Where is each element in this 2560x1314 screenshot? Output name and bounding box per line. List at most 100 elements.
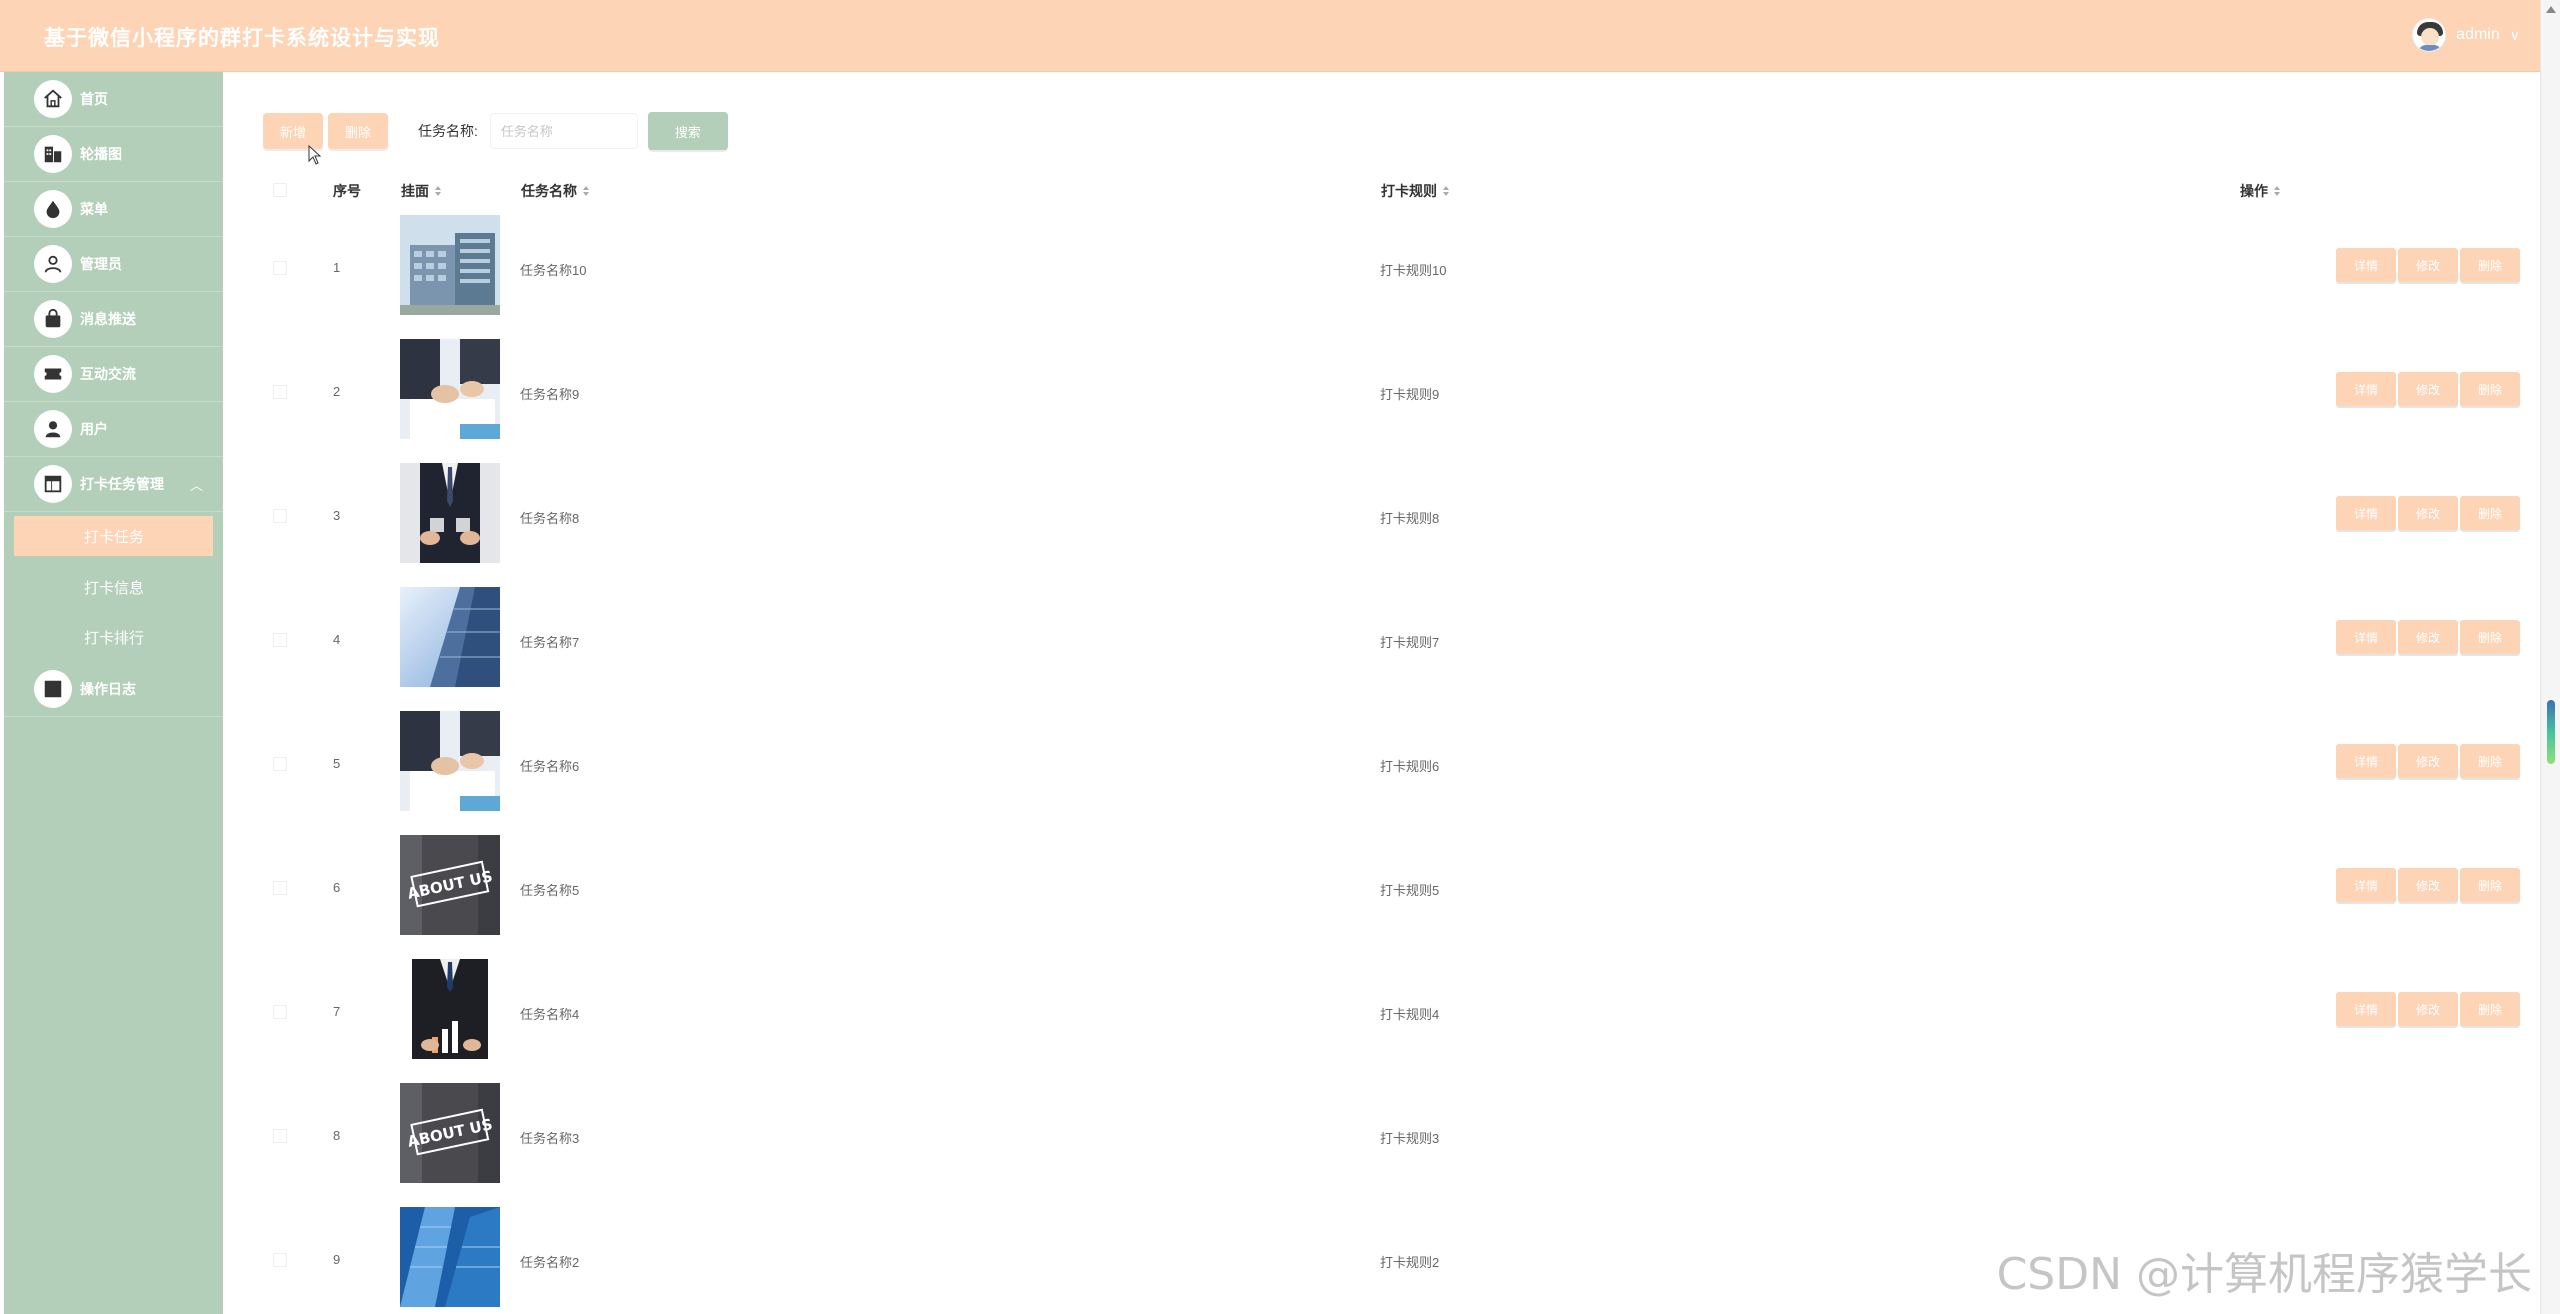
sidebar-item-label: 首页 <box>80 91 108 107</box>
delete-button[interactable]: 删除 <box>2460 248 2520 282</box>
edit-button[interactable]: 修改 <box>2398 620 2458 654</box>
col-ops[interactable]: 操作 <box>2240 181 2280 201</box>
sidebar-item-home[interactable]: 首页 <box>4 72 223 127</box>
row-actions: 详情 修改 删除 <box>2336 868 2520 902</box>
sidebar-subitem-checkin-info[interactable]: 打卡信息 <box>4 562 223 612</box>
sidebar-item-label: 互动交流 <box>80 366 136 382</box>
sidebar-subitem-checkin-task[interactable]: 打卡任务 <box>14 516 213 556</box>
row-checkbox[interactable] <box>273 509 287 523</box>
chevron-down-icon[interactable]: ∨ <box>2510 27 2520 44</box>
sidebar-item-push[interactable]: 消息推送 <box>4 292 223 347</box>
task-name: 任务名称7 <box>520 635 580 650</box>
edit-button[interactable]: 修改 <box>2398 248 2458 282</box>
checkin-rule: 打卡规则6 <box>1380 759 1440 774</box>
sidebar-item-operation-log[interactable]: 操作日志 <box>4 662 223 717</box>
user-avatar[interactable] <box>2412 18 2447 52</box>
add-button[interactable]: 新增 <box>263 113 323 149</box>
delete-button[interactable]: 删除 <box>2460 744 2520 778</box>
bag-icon <box>34 300 72 338</box>
row-checkbox[interactable] <box>273 261 287 275</box>
task-cover-image <box>400 215 500 315</box>
sidebar-item-carousel[interactable]: 轮播图 <box>4 127 223 182</box>
detail-button[interactable]: 详情 <box>2336 744 2396 778</box>
detail-button[interactable]: 详情 <box>2336 372 2396 406</box>
delete-button[interactable]: 删除 <box>2460 868 2520 902</box>
row-index: 9 <box>333 1252 341 1267</box>
sidebar-item-menu[interactable]: 菜单 <box>4 182 223 237</box>
checkin-rule: 打卡规则5 <box>1380 883 1440 898</box>
search-button[interactable]: 搜索 <box>647 112 728 150</box>
col-name[interactable]: 任务名称 <box>521 181 589 201</box>
edit-button[interactable]: 修改 <box>2398 992 2458 1026</box>
search-input[interactable] <box>489 113 638 149</box>
edit-button[interactable]: 修改 <box>2398 868 2458 902</box>
edit-button[interactable]: 修改 <box>2398 744 2458 778</box>
delete-button[interactable]: 删除 <box>2460 496 2520 530</box>
page-scrollbar[interactable] <box>2540 0 2560 1314</box>
scrollbar-thumb[interactable] <box>2547 700 2555 764</box>
row-checkbox[interactable] <box>273 757 287 771</box>
col-cover[interactable]: 挂面 <box>401 181 441 201</box>
sidebar-item-admin[interactable]: 管理员 <box>4 237 223 292</box>
sort-icon[interactable] <box>2274 186 2280 196</box>
detail-button[interactable]: 详情 <box>2336 620 2396 654</box>
edit-button[interactable]: 修改 <box>2398 496 2458 530</box>
sidebar-item-checkin-task-management[interactable]: 打卡任务管理 ︿ <box>4 457 223 512</box>
row-checkbox[interactable] <box>273 1129 287 1143</box>
person-icon <box>34 410 72 448</box>
mouse-cursor-icon <box>308 144 322 165</box>
delete-button[interactable]: 删除 <box>2460 372 2520 406</box>
row-index: 6 <box>333 880 341 895</box>
sort-icon[interactable] <box>1443 186 1449 196</box>
sort-icon[interactable] <box>435 186 441 196</box>
detail-button[interactable]: 详情 <box>2336 496 2396 530</box>
row-checkbox[interactable] <box>273 1253 287 1267</box>
table-row: 2 任务名称9 打卡规则9 详情 修改 删除 <box>263 332 2543 456</box>
task-name: 任务名称10 <box>520 263 587 278</box>
task-table: 序号 挂面 任务名称 打卡规则 操作 1 任务名称10 打卡规则10 详情 修改 删除 2 任… <box>263 172 2543 1314</box>
table-row: 7 任务名称4 打卡规则4 详情 修改 删除 <box>263 952 2543 1076</box>
sidebar-item-interaction[interactable]: 互动交流 <box>4 347 223 402</box>
detail-button[interactable]: 详情 <box>2336 248 2396 282</box>
sidebar-subitem-checkin-ranking[interactable]: 打卡排行 <box>4 612 223 662</box>
row-checkbox[interactable] <box>273 1005 287 1019</box>
row-actions: 详情 修改 删除 <box>2336 620 2520 654</box>
checkin-rule: 打卡规则3 <box>1380 1131 1440 1146</box>
row-index: 2 <box>333 384 341 399</box>
delete-button[interactable]: 删除 <box>2460 620 2520 654</box>
search-label: 任务名称: <box>418 123 478 139</box>
task-cover-image <box>400 463 500 563</box>
checkin-rule: 打卡规则9 <box>1380 387 1440 402</box>
sidebar-item-label: 管理员 <box>80 256 122 272</box>
main-content: 新增 删除 任务名称: 搜索 序号 挂面 任务名称 打卡规则 操作 1任务名称1… <box>223 72 2540 1314</box>
row-checkbox[interactable] <box>273 881 287 895</box>
task-cover-image <box>400 339 500 439</box>
task-name: 任务名称4 <box>520 1007 580 1022</box>
table-row: 4 任务名称7 打卡规则7 详情 修改 删除 <box>263 580 2543 704</box>
row-checkbox[interactable] <box>273 385 287 399</box>
edit-button[interactable]: 修改 <box>2398 372 2458 406</box>
task-cover-image <box>400 587 500 687</box>
table-row: 5 任务名称6 打卡规则6 详情 修改 删除 <box>263 704 2543 828</box>
col-rule[interactable]: 打卡规则 <box>1381 181 1449 201</box>
task-cover-image: ABOUT US <box>400 835 500 935</box>
chevron-up-icon[interactable]: ︿ <box>190 475 203 494</box>
row-index: 3 <box>333 508 341 523</box>
task-cover-image <box>400 1207 500 1307</box>
delete-button[interactable]: 删除 <box>2460 992 2520 1026</box>
checkin-rule: 打卡规则8 <box>1380 511 1440 526</box>
checkin-rule: 打卡规则2 <box>1380 1255 1440 1270</box>
detail-button[interactable]: 详情 <box>2336 992 2396 1026</box>
select-all-checkbox[interactable] <box>273 183 287 197</box>
username[interactable]: admin <box>2456 26 2500 44</box>
square-icon <box>34 670 72 708</box>
scroll-up-icon[interactable] <box>2546 6 2556 13</box>
checkin-rule: 打卡规则10 <box>1380 263 1447 278</box>
batch-delete-button[interactable]: 删除 <box>328 113 388 149</box>
user-menu[interactable]: admin ∨ <box>2412 18 2520 52</box>
sidebar-item-user[interactable]: 用户 <box>4 402 223 457</box>
sort-icon[interactable] <box>583 186 589 196</box>
sidebar: 首页 轮播图 菜单 管理员 消息推送 互动交流 用户 打卡任务管理 ︿ 打卡任务… <box>4 72 223 1314</box>
detail-button[interactable]: 详情 <box>2336 868 2396 902</box>
row-checkbox[interactable] <box>273 633 287 647</box>
